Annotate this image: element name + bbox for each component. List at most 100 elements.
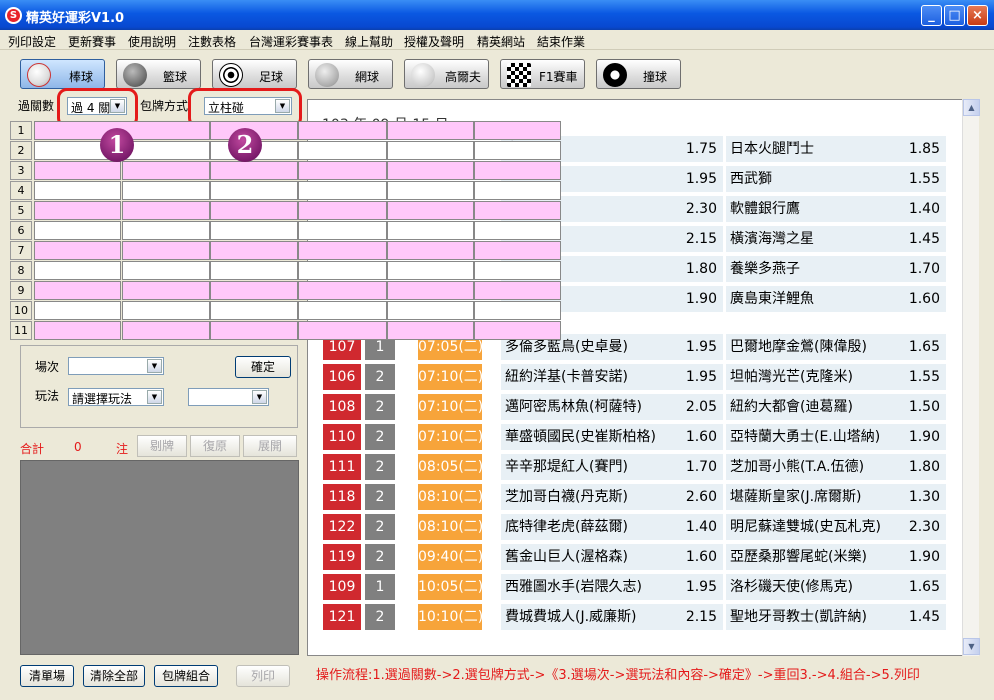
grid-cell[interactable] — [34, 181, 121, 200]
menu-website[interactable]: 精英網站 — [477, 33, 525, 50]
grid-cell[interactable] — [122, 321, 210, 340]
menu-bet-table[interactable]: 注數表格 — [188, 33, 236, 50]
vertical-scrollbar[interactable]: ▲ ▼ — [962, 99, 980, 656]
away-odds[interactable]: 1.60 — [902, 286, 946, 312]
grid-cell[interactable] — [474, 321, 561, 340]
clear-field-button[interactable]: 清單場 — [20, 665, 74, 687]
home-odds[interactable]: 1.80 — [679, 256, 723, 282]
sport-button-soccer[interactable]: 足球 — [212, 59, 297, 89]
away-odds[interactable]: 1.55 — [902, 166, 946, 192]
grid-cell[interactable] — [298, 301, 387, 320]
away-odds[interactable]: 1.30 — [902, 484, 946, 510]
grid-cell[interactable] — [474, 241, 561, 260]
grid-cell[interactable] — [474, 181, 561, 200]
menu-instructions[interactable]: 使用說明 — [128, 33, 176, 50]
grid-cell[interactable] — [387, 261, 474, 280]
close-button[interactable]: × — [967, 5, 988, 26]
home-odds[interactable]: 1.70 — [679, 454, 723, 480]
match-row[interactable]: 109 1 10:05(二) 西雅圖水手(岩隈久志) 1.95 洛杉磯天使(修馬克) 1.6… — [308, 574, 964, 600]
away-odds[interactable]: 1.50 — [902, 394, 946, 420]
grid-cell[interactable] — [122, 261, 210, 280]
home-odds[interactable]: 1.40 — [679, 514, 723, 540]
sport-button-basketball[interactable]: 籃球 — [116, 59, 201, 89]
grid-cell[interactable] — [387, 321, 474, 340]
expand-button[interactable]: 展開 — [243, 435, 297, 457]
grid-cell[interactable] — [210, 321, 298, 340]
sport-button-f1[interactable]: F1賽車 — [500, 59, 585, 89]
home-odds[interactable]: 1.95 — [679, 166, 723, 192]
grid-cell[interactable] — [298, 241, 387, 260]
away-odds[interactable]: 1.45 — [902, 604, 946, 630]
grid-cell[interactable] — [298, 321, 387, 340]
home-odds[interactable]: 1.95 — [679, 334, 723, 360]
home-odds[interactable]: 1.90 — [679, 286, 723, 312]
sport-button-tennis[interactable]: 網球 — [308, 59, 393, 89]
home-odds[interactable]: 1.75 — [679, 136, 723, 162]
scroll-down-icon[interactable]: ▼ — [963, 638, 980, 655]
grid-cell[interactable] — [474, 281, 561, 300]
away-odds[interactable]: 1.45 — [902, 226, 946, 252]
away-odds[interactable]: 1.80 — [902, 454, 946, 480]
grid-cell[interactable] — [387, 221, 474, 240]
home-odds[interactable]: 2.60 — [679, 484, 723, 510]
grid-cell[interactable] — [34, 201, 121, 220]
grid-cell[interactable] — [474, 301, 561, 320]
menu-print-settings[interactable]: 列印設定 — [8, 33, 56, 50]
grid-cell[interactable] — [210, 281, 298, 300]
grid-cell[interactable] — [34, 301, 121, 320]
away-odds[interactable]: 1.70 — [902, 256, 946, 282]
grid-cell[interactable] — [34, 321, 121, 340]
restore-button[interactable]: 復原 — [190, 435, 240, 457]
home-odds[interactable]: 1.95 — [679, 574, 723, 600]
sport-button-billiards[interactable]: 撞球 — [596, 59, 681, 89]
grid-cell[interactable] — [122, 241, 210, 260]
grid-cell[interactable] — [298, 121, 387, 140]
grid-cell[interactable] — [34, 161, 121, 180]
away-odds[interactable]: 1.65 — [902, 334, 946, 360]
field-select[interactable]: ▼ — [68, 357, 164, 375]
grid-cell[interactable] — [34, 281, 121, 300]
menu-license[interactable]: 授權及聲明 — [404, 33, 464, 50]
grid-cell[interactable] — [122, 301, 210, 320]
away-odds[interactable]: 1.90 — [902, 424, 946, 450]
grid-cell[interactable] — [387, 281, 474, 300]
home-odds[interactable]: 2.15 — [679, 226, 723, 252]
grid-cell[interactable] — [122, 281, 210, 300]
grid-cell[interactable] — [34, 241, 121, 260]
home-odds[interactable]: 1.60 — [679, 424, 723, 450]
match-row[interactable]: 110 2 07:10(二) 華盛頓國民(史崔斯柏格) 1.60 亞特蘭大勇士(E.山塔納… — [308, 424, 964, 450]
grid-cell[interactable] — [298, 261, 387, 280]
grid-cell[interactable] — [298, 281, 387, 300]
away-odds[interactable]: 1.40 — [902, 196, 946, 222]
away-odds[interactable]: 1.85 — [902, 136, 946, 162]
grid-cell[interactable] — [210, 181, 298, 200]
grid-cell[interactable] — [122, 181, 210, 200]
delete-button[interactable]: 剔牌 — [137, 435, 187, 457]
grid-cell[interactable] — [210, 201, 298, 220]
grid-cell[interactable] — [474, 141, 561, 160]
away-odds[interactable]: 2.30 — [902, 514, 946, 540]
grid-cell[interactable] — [387, 141, 474, 160]
content-select[interactable]: ▼ — [188, 388, 269, 406]
match-row[interactable]: 108 2 07:10(二) 邁阿密馬林魚(柯薩特) 2.05 紐約大都會(迪葛羅) 1.5… — [308, 394, 964, 420]
grid-cell[interactable] — [474, 201, 561, 220]
menu-exit[interactable]: 結束作業 — [537, 33, 585, 50]
grid-cell[interactable] — [122, 201, 210, 220]
grid-cell[interactable] — [387, 301, 474, 320]
grid-cell[interactable] — [122, 221, 210, 240]
grid-cell[interactable] — [387, 241, 474, 260]
grid-cell[interactable] — [387, 121, 474, 140]
match-row[interactable]: 118 2 08:10(二) 芝加哥白襪(丹克斯) 2.60 堪薩斯皇家(J.席爾斯) 1.… — [308, 484, 964, 510]
grid-cell[interactable] — [210, 301, 298, 320]
grid-cell[interactable] — [387, 161, 474, 180]
menu-schedule[interactable]: 台灣運彩賽事表 — [249, 33, 333, 50]
clear-all-button[interactable]: 清除全部 — [83, 665, 145, 687]
away-odds[interactable]: 1.90 — [902, 544, 946, 570]
grid-cell[interactable] — [298, 161, 387, 180]
grid-cell[interactable] — [298, 141, 387, 160]
match-row[interactable]: 111 2 08:05(二) 辛辛那堤紅人(賽門) 1.70 芝加哥小熊(T.A.伍德) 1… — [308, 454, 964, 480]
menu-update-events[interactable]: 更新賽事 — [68, 33, 116, 50]
grid-cell[interactable] — [474, 161, 561, 180]
play-select[interactable]: 請選擇玩法 ▼ — [68, 388, 164, 406]
match-row[interactable]: 119 2 09:40(二) 舊金山巨人(渥格森) 1.60 亞歷桑那響尾蛇(米樂) 1.9… — [308, 544, 964, 570]
